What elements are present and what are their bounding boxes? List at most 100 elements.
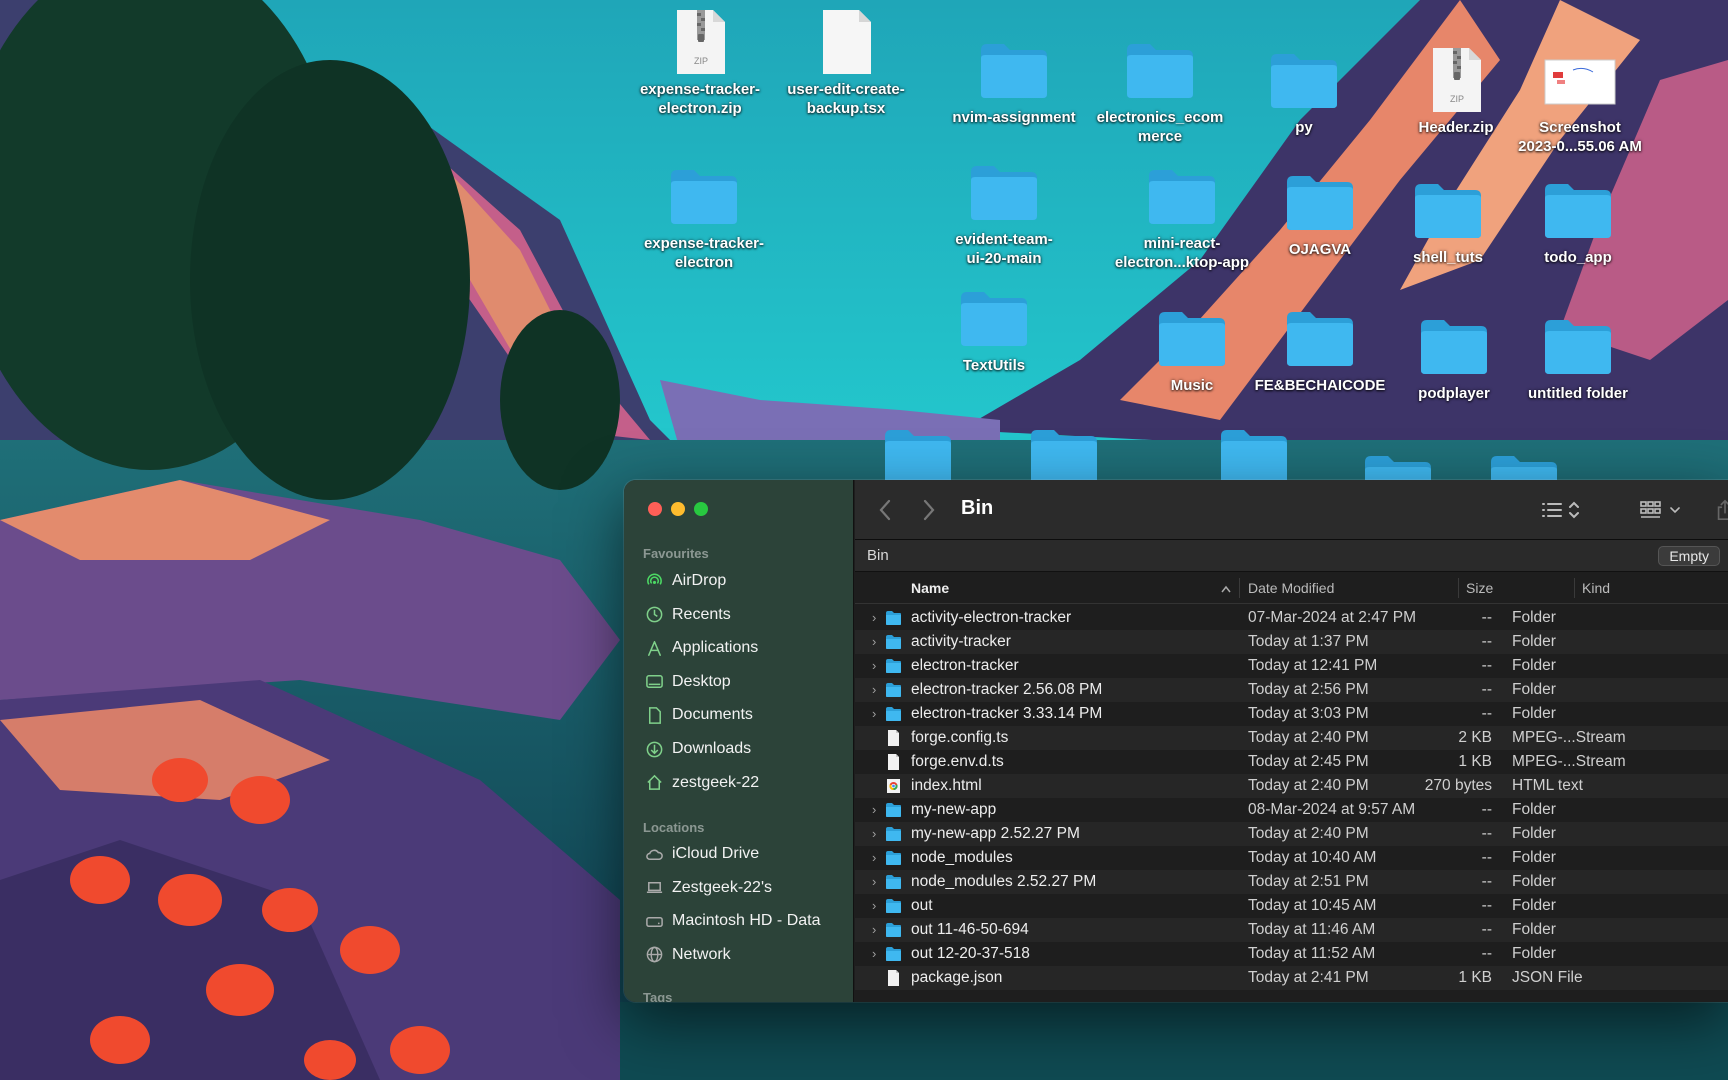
file-row[interactable]: › my-new-app 2.52.27 PM Today at 2:40 PM… <box>855 822 1728 846</box>
disclosure-chevron-icon[interactable]: › <box>872 898 882 913</box>
file-kind: Folder <box>1512 633 1556 650</box>
column-name-header[interactable]: Name <box>911 580 949 596</box>
desktop-item[interactable]: untitled folder <box>1508 314 1648 403</box>
disclosure-chevron-icon[interactable]: › <box>872 706 882 721</box>
desktop-item[interactable]: Screenshot 2023-0...55.06 AM <box>1510 48 1650 156</box>
file-row[interactable]: › electron-tracker Today at 12:41 PM -- … <box>855 654 1728 678</box>
back-button[interactable] <box>879 498 891 522</box>
desktop-item[interactable]: expense-tracker-electron <box>634 164 774 272</box>
minimize-window-button[interactable] <box>671 502 685 516</box>
download-icon <box>644 739 664 759</box>
desktop-item[interactable]: nvim-assignment <box>944 38 1084 127</box>
file-date-modified: Today at 2:40 PM <box>1248 825 1369 842</box>
file-date-modified: 08-Mar-2024 at 9:57 AM <box>1248 801 1416 818</box>
empty-bin-button[interactable]: Empty <box>1658 546 1720 566</box>
share-icon <box>1717 499 1728 520</box>
sidebar-item-documents[interactable]: Documents <box>644 700 839 730</box>
sidebar-section-locations: Locations <box>643 820 705 835</box>
disclosure-chevron-icon[interactable]: › <box>872 922 882 937</box>
disclosure-chevron-icon[interactable]: › <box>872 634 882 649</box>
sidebar-item-zestgeek-22[interactable]: zestgeek-22 <box>644 768 839 798</box>
share-button[interactable] <box>1715 498 1728 522</box>
file-row[interactable]: › electron-tracker 2.56.08 PM Today at 2… <box>855 678 1728 702</box>
sidebar-item-network[interactable]: Network <box>644 940 839 970</box>
file-row[interactable]: › electron-tracker 3.33.14 PM Today at 3… <box>855 702 1728 726</box>
file-row[interactable]: › activity-tracker Today at 1:37 PM -- F… <box>855 630 1728 654</box>
file-row[interactable]: forge.config.ts Today at 2:40 PM 2 KB MP… <box>855 726 1728 750</box>
file-row[interactable]: package.json Today at 2:41 PM 1 KB JSON … <box>855 966 1728 990</box>
desktop-item-label: shell_tuts <box>1412 249 1484 266</box>
sidebar-item-zestgeek-22-s[interactable]: Zestgeek-22's <box>644 873 839 903</box>
desktop-item-obscured[interactable] <box>1184 424 1324 488</box>
file-row[interactable]: › node_modules 2.52.27 PM Today at 2:51 … <box>855 870 1728 894</box>
close-window-button[interactable] <box>648 502 662 516</box>
chevron-right-icon <box>923 499 935 521</box>
sidebar-item-airdrop[interactable]: AirDrop <box>644 566 839 596</box>
disclosure-chevron-icon[interactable]: › <box>872 946 882 961</box>
folder-icon <box>1123 38 1197 102</box>
column-header: Name Date Modified Size Kind <box>855 572 1728 604</box>
desktop-item-label: untitled folder <box>1528 385 1628 402</box>
desktop-item[interactable]: mini-react-electron...ktop-app <box>1112 164 1252 272</box>
group-by-button[interactable] <box>1639 498 1683 522</box>
file-name: index.html <box>911 777 982 794</box>
file-date-modified: Today at 3:03 PM <box>1248 705 1369 722</box>
desktop-item[interactable]: OJAGVA <box>1250 170 1390 259</box>
disclosure-chevron-icon[interactable]: › <box>872 610 882 625</box>
desktop-item[interactable]: user-edit-create-backup.tsx <box>776 10 916 118</box>
file-row[interactable]: › out Today at 10:45 AM -- Folder <box>855 894 1728 918</box>
column-size-header[interactable]: Size <box>1466 580 1493 596</box>
sidebar-item-icloud-drive[interactable]: iCloud Drive <box>644 839 839 869</box>
folder-icon <box>667 164 741 228</box>
desktop-item[interactable]: shell_tuts <box>1378 178 1518 267</box>
desktop-item[interactable]: Music <box>1122 306 1262 395</box>
file-name: out 11-46-50-694 <box>911 921 1029 938</box>
desktop-item-label: user-edit-create-backup.tsx <box>787 81 905 117</box>
document-icon <box>644 705 664 725</box>
desktop-item[interactable]: todo_app <box>1508 178 1648 267</box>
disclosure-chevron-icon[interactable]: › <box>872 874 882 889</box>
finder-window[interactable]: Favourites AirDrop Recents Applications … <box>624 480 1728 1002</box>
desktop-item[interactable]: FE&BECHAICODE <box>1250 306 1390 395</box>
column-kind-header[interactable]: Kind <box>1582 580 1610 596</box>
file-kind: JSON File <box>1512 969 1583 986</box>
desktop-item-obscured[interactable] <box>994 424 1134 488</box>
desktop-item[interactable]: ZIP Header.zip <box>1386 48 1526 137</box>
desktop-item[interactable]: py <box>1234 48 1374 137</box>
sidebar-item-macintosh-hd-data[interactable]: Macintosh HD - Data <box>644 906 839 936</box>
folder-icon <box>1217 424 1291 488</box>
disclosure-chevron-icon[interactable]: › <box>872 658 882 673</box>
view-options-button[interactable] <box>1541 498 1581 522</box>
file-row[interactable]: › out 12-20-37-518 Today at 11:52 AM -- … <box>855 942 1728 966</box>
file-row[interactable]: › activity-electron-tracker 07-Mar-2024 … <box>855 606 1728 630</box>
desktop-item[interactable]: ZIP expense-tracker-electron.zip <box>630 10 770 118</box>
file-row[interactable]: index.html Today at 2:40 PM 270 bytes HT… <box>855 774 1728 798</box>
file-row[interactable]: › out 11-46-50-694 Today at 11:46 AM -- … <box>855 918 1728 942</box>
desktop-item[interactable]: podplayer <box>1384 314 1524 403</box>
file-row[interactable]: forge.env.d.ts Today at 2:45 PM 1 KB MPE… <box>855 750 1728 774</box>
desktop-item[interactable]: evident-team-ui-20-main <box>934 160 1074 268</box>
desktop-item-obscured[interactable] <box>848 424 988 488</box>
forward-button[interactable] <box>923 498 935 522</box>
sidebar-item-label: Desktop <box>672 672 731 690</box>
desktop-item[interactable]: TextUtils <box>924 286 1064 375</box>
folder-icon <box>881 424 955 488</box>
sidebar-item-applications[interactable]: Applications <box>644 633 839 663</box>
column-date-header[interactable]: Date Modified <box>1248 580 1334 596</box>
disclosure-chevron-icon[interactable]: › <box>872 802 882 817</box>
zoom-window-button[interactable] <box>694 502 708 516</box>
disclosure-chevron-icon[interactable]: › <box>872 850 882 865</box>
sidebar-item-desktop[interactable]: Desktop <box>644 667 839 697</box>
disclosure-chevron-icon[interactable]: › <box>872 826 882 841</box>
desktop-item-label: expense-tracker-electron <box>643 235 765 271</box>
desktop-icon <box>644 672 664 692</box>
sidebar-item-recents[interactable]: Recents <box>644 600 839 630</box>
desktop-item[interactable]: electronics_ecom merce <box>1090 38 1230 146</box>
file-row[interactable]: › my-new-app 08-Mar-2024 at 9:57 AM -- F… <box>855 798 1728 822</box>
file-size: -- <box>1481 681 1492 698</box>
file-kind: Folder <box>1512 945 1556 962</box>
file-date-modified: Today at 10:45 AM <box>1248 897 1377 914</box>
disclosure-chevron-icon[interactable]: › <box>872 682 882 697</box>
file-row[interactable]: › node_modules Today at 10:40 AM -- Fold… <box>855 846 1728 870</box>
sidebar-item-downloads[interactable]: Downloads <box>644 734 839 764</box>
